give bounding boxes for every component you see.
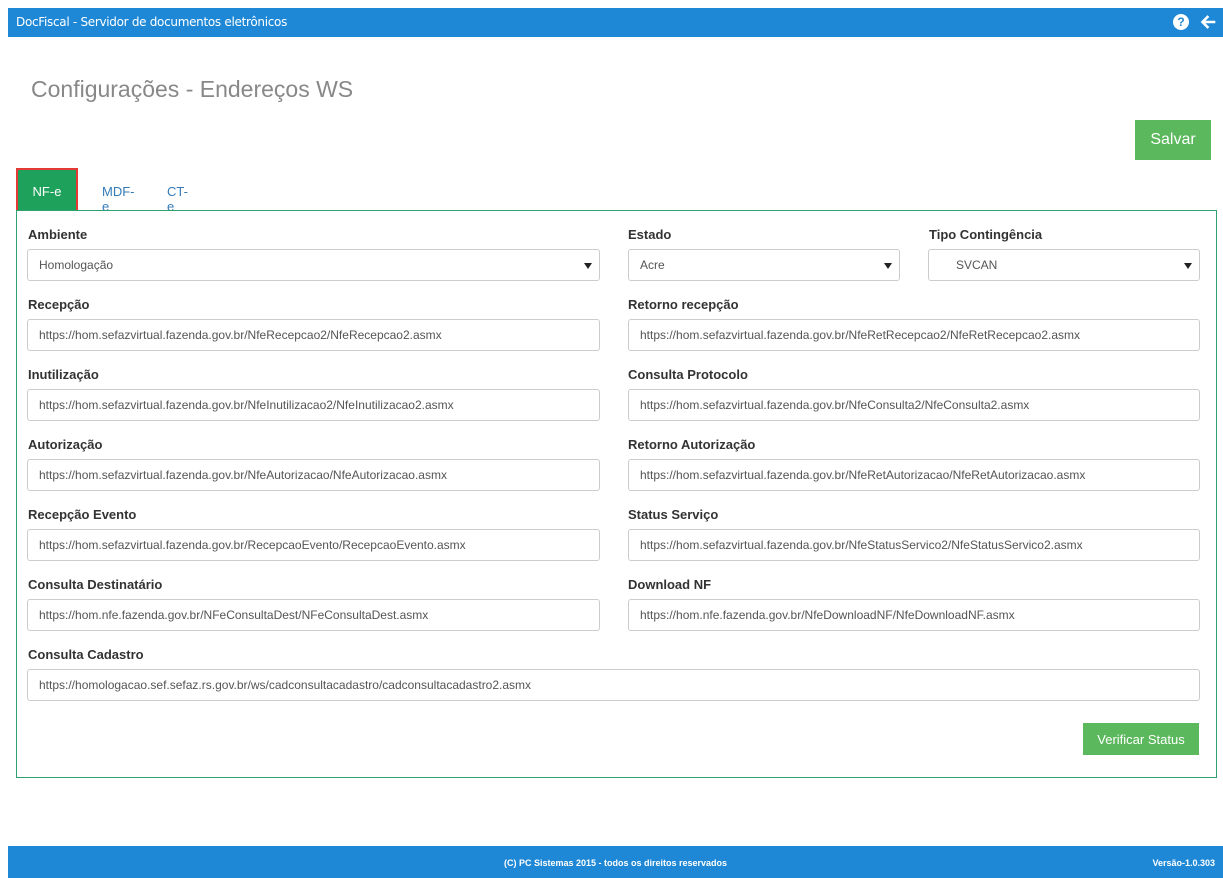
verify-status-button[interactable]: Verificar Status xyxy=(1083,723,1199,755)
recepcao-input[interactable]: https://hom.sefazvirtual.fazenda.gov.br/… xyxy=(27,319,600,351)
tipo-contingencia-value: SVCAN xyxy=(956,258,998,272)
status-servico-label: Status Serviço xyxy=(628,507,719,522)
consulta-protocolo-label: Consulta Protocolo xyxy=(628,367,748,382)
retorno-recepcao-input[interactable]: https://hom.sefazvirtual.fazenda.gov.br/… xyxy=(628,319,1200,351)
retorno-autorizacao-label: Retorno Autorização xyxy=(628,437,756,452)
status-servico-input[interactable]: https://hom.sefazvirtual.fazenda.gov.br/… xyxy=(628,529,1200,561)
tab-nfe[interactable]: NF-e xyxy=(16,168,78,214)
consulta-cadastro-label: Consulta Cadastro xyxy=(28,647,144,662)
footer: (C) PC Sistemas 2015 - todos os direitos… xyxy=(8,846,1223,878)
page-title: Configurações - Endereços WS xyxy=(31,76,354,102)
nfe-config-panel: Ambiente Homologação Estado Acre Tipo Co… xyxy=(16,210,1217,778)
caret-down-icon xyxy=(1184,263,1192,269)
recepcao-evento-label: Recepção Evento xyxy=(28,507,137,522)
top-bar: DocFiscal - Servidor de documentos eletr… xyxy=(8,8,1223,37)
ambiente-select[interactable]: Homologação xyxy=(27,249,600,281)
estado-label: Estado xyxy=(628,227,672,242)
retorno-recepcao-label: Retorno recepção xyxy=(628,297,739,312)
consulta-destinatario-label: Consulta Destinatário xyxy=(28,577,163,592)
retorno-autorizacao-input[interactable]: https://hom.sefazvirtual.fazenda.gov.br/… xyxy=(628,459,1200,491)
tipo-contingencia-select[interactable]: SVCAN xyxy=(928,249,1200,281)
autorizacao-label: Autorização xyxy=(28,437,103,452)
consulta-destinatario-input[interactable]: https://hom.nfe.fazenda.gov.br/NFeConsul… xyxy=(27,599,600,631)
tipo-contingencia-label: Tipo Contingência xyxy=(929,227,1043,242)
estado-select[interactable]: Acre xyxy=(628,249,900,281)
caret-down-icon xyxy=(884,263,892,269)
save-button[interactable]: Salvar xyxy=(1135,120,1211,160)
download-nf-input[interactable]: https://hom.nfe.fazenda.gov.br/NfeDownlo… xyxy=(628,599,1200,631)
inutilizacao-input[interactable]: https://hom.sefazvirtual.fazenda.gov.br/… xyxy=(27,389,600,421)
top-bar-icons: ? xyxy=(1173,13,1217,31)
question-circle-icon[interactable]: ? xyxy=(1173,14,1189,30)
window-title: DocFiscal - Servidor de documentos eletr… xyxy=(16,15,288,29)
consulta-protocolo-input[interactable]: https://hom.sefazvirtual.fazenda.gov.br/… xyxy=(628,389,1200,421)
footer-version: Versão-1.0.303 xyxy=(1152,858,1215,868)
recepcao-label: Recepção xyxy=(28,297,90,312)
tab-bar: NF-e MDF-e CT-e xyxy=(16,168,188,214)
footer-copyright: (C) PC Sistemas 2015 - todos os direitos… xyxy=(503,858,728,868)
inutilizacao-label: Inutilização xyxy=(28,367,99,382)
estado-value: Acre xyxy=(640,258,665,272)
consulta-cadastro-input[interactable]: https://homologacao.sef.sefaz.rs.gov.br/… xyxy=(27,669,1200,701)
caret-down-icon xyxy=(584,263,592,269)
ambiente-label: Ambiente xyxy=(28,227,88,242)
ambiente-value: Homologação xyxy=(39,258,114,272)
recepcao-evento-input[interactable]: https://hom.sefazvirtual.fazenda.gov.br/… xyxy=(27,529,600,561)
autorizacao-input[interactable]: https://hom.sefazvirtual.fazenda.gov.br/… xyxy=(27,459,600,491)
download-nf-label: Download NF xyxy=(628,577,712,592)
app-window: DocFiscal - Servidor de documentos eletr… xyxy=(8,8,1223,878)
arrow-left-icon[interactable] xyxy=(1199,13,1217,31)
